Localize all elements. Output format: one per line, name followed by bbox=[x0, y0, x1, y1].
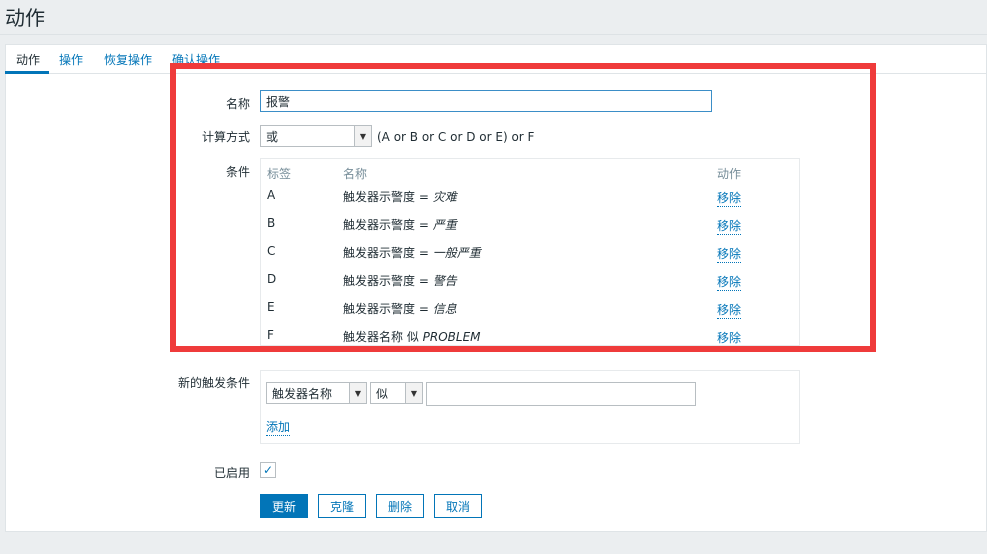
condition-label: F bbox=[267, 328, 274, 342]
formula-text: (A or B or C or D or E) or F bbox=[377, 130, 535, 144]
condition-name: 触发器示警度 = 灾难 bbox=[343, 190, 457, 204]
tab-operations[interactable]: 操作 bbox=[59, 51, 83, 68]
condition-label: E bbox=[267, 300, 275, 314]
condition-type-value: 触发器名称 bbox=[272, 386, 333, 401]
table-row: F 触发器名称 似 PROBLEM 移除 bbox=[261, 328, 799, 356]
update-button[interactable]: 更新 bbox=[260, 494, 308, 518]
table-row: B 触发器示警度 = 严重 移除 bbox=[261, 216, 799, 244]
name-label: 名称 bbox=[225, 97, 250, 111]
operator-value: 似 bbox=[376, 386, 389, 401]
title-divider bbox=[0, 34, 987, 35]
remove-link[interactable]: 移除 bbox=[717, 301, 742, 319]
header-name: 名称 bbox=[343, 167, 368, 181]
table-row: E 触发器示警度 = 信息 移除 bbox=[261, 300, 799, 328]
condition-label: A bbox=[267, 188, 276, 202]
condition-name: 触发器示警度 = 信息 bbox=[343, 302, 457, 316]
add-condition-link[interactable]: 添加 bbox=[266, 418, 291, 436]
tab-ack-operations[interactable]: 确认操作 bbox=[172, 51, 220, 68]
condition-type-select[interactable]: 触发器名称 ▼ bbox=[266, 382, 367, 404]
remove-link[interactable]: 移除 bbox=[717, 217, 742, 235]
header-label: 标签 bbox=[267, 167, 292, 181]
chevron-down-icon: ▼ bbox=[349, 383, 366, 403]
enabled-checkbox[interactable]: ✓ bbox=[260, 462, 276, 478]
table-row: C 触发器示警度 = 一般严重 移除 bbox=[261, 244, 799, 272]
new-condition-label: 新的触发条件 bbox=[177, 376, 250, 390]
tab-bar: 动作 操作 恢复操作 确认操作 bbox=[5, 44, 987, 74]
page-title: 动作 bbox=[5, 6, 45, 30]
calc-select-value: 或 bbox=[266, 129, 279, 144]
conditions-label: 条件 bbox=[225, 165, 250, 179]
header-action: 动作 bbox=[717, 167, 742, 181]
remove-link[interactable]: 移除 bbox=[717, 189, 742, 207]
condition-label: B bbox=[267, 216, 276, 230]
operator-select[interactable]: 似 ▼ bbox=[370, 382, 423, 404]
remove-link[interactable]: 移除 bbox=[717, 273, 742, 291]
cancel-button[interactable]: 取消 bbox=[434, 494, 482, 518]
condition-name: 触发器示警度 = 一般严重 bbox=[343, 246, 481, 260]
delete-button[interactable]: 删除 bbox=[376, 494, 424, 518]
chevron-down-icon: ▼ bbox=[354, 126, 371, 146]
calc-select[interactable]: 或 ▼ bbox=[260, 125, 372, 147]
clone-button[interactable]: 克隆 bbox=[318, 494, 366, 518]
chevron-down-icon: ▼ bbox=[405, 383, 422, 403]
remove-link[interactable]: 移除 bbox=[717, 245, 742, 263]
condition-name: 触发器示警度 = 警告 bbox=[343, 274, 457, 288]
condition-value-input[interactable] bbox=[426, 382, 696, 406]
table-row: A 触发器示警度 = 灾难 移除 bbox=[261, 188, 799, 216]
tab-recovery-operations[interactable]: 恢复操作 bbox=[104, 51, 152, 68]
remove-link[interactable]: 移除 bbox=[717, 329, 742, 347]
check-icon: ✓ bbox=[262, 463, 274, 477]
condition-label: C bbox=[267, 244, 276, 258]
name-input[interactable] bbox=[260, 90, 712, 112]
tab-action[interactable]: 动作 bbox=[16, 51, 40, 68]
condition-label: D bbox=[267, 272, 277, 286]
active-tab-indicator bbox=[5, 71, 49, 74]
calc-label: 计算方式 bbox=[201, 130, 250, 144]
table-row: D 触发器示警度 = 警告 移除 bbox=[261, 272, 799, 300]
conditions-table: 标签 名称 动作 A 触发器示警度 = 灾难 移除 B 触发器示警度 = 严重 … bbox=[260, 158, 800, 347]
condition-name: 触发器名称 似 PROBLEM bbox=[343, 330, 481, 344]
condition-name: 触发器示警度 = 严重 bbox=[343, 218, 457, 232]
enabled-label: 已启用 bbox=[213, 466, 250, 480]
